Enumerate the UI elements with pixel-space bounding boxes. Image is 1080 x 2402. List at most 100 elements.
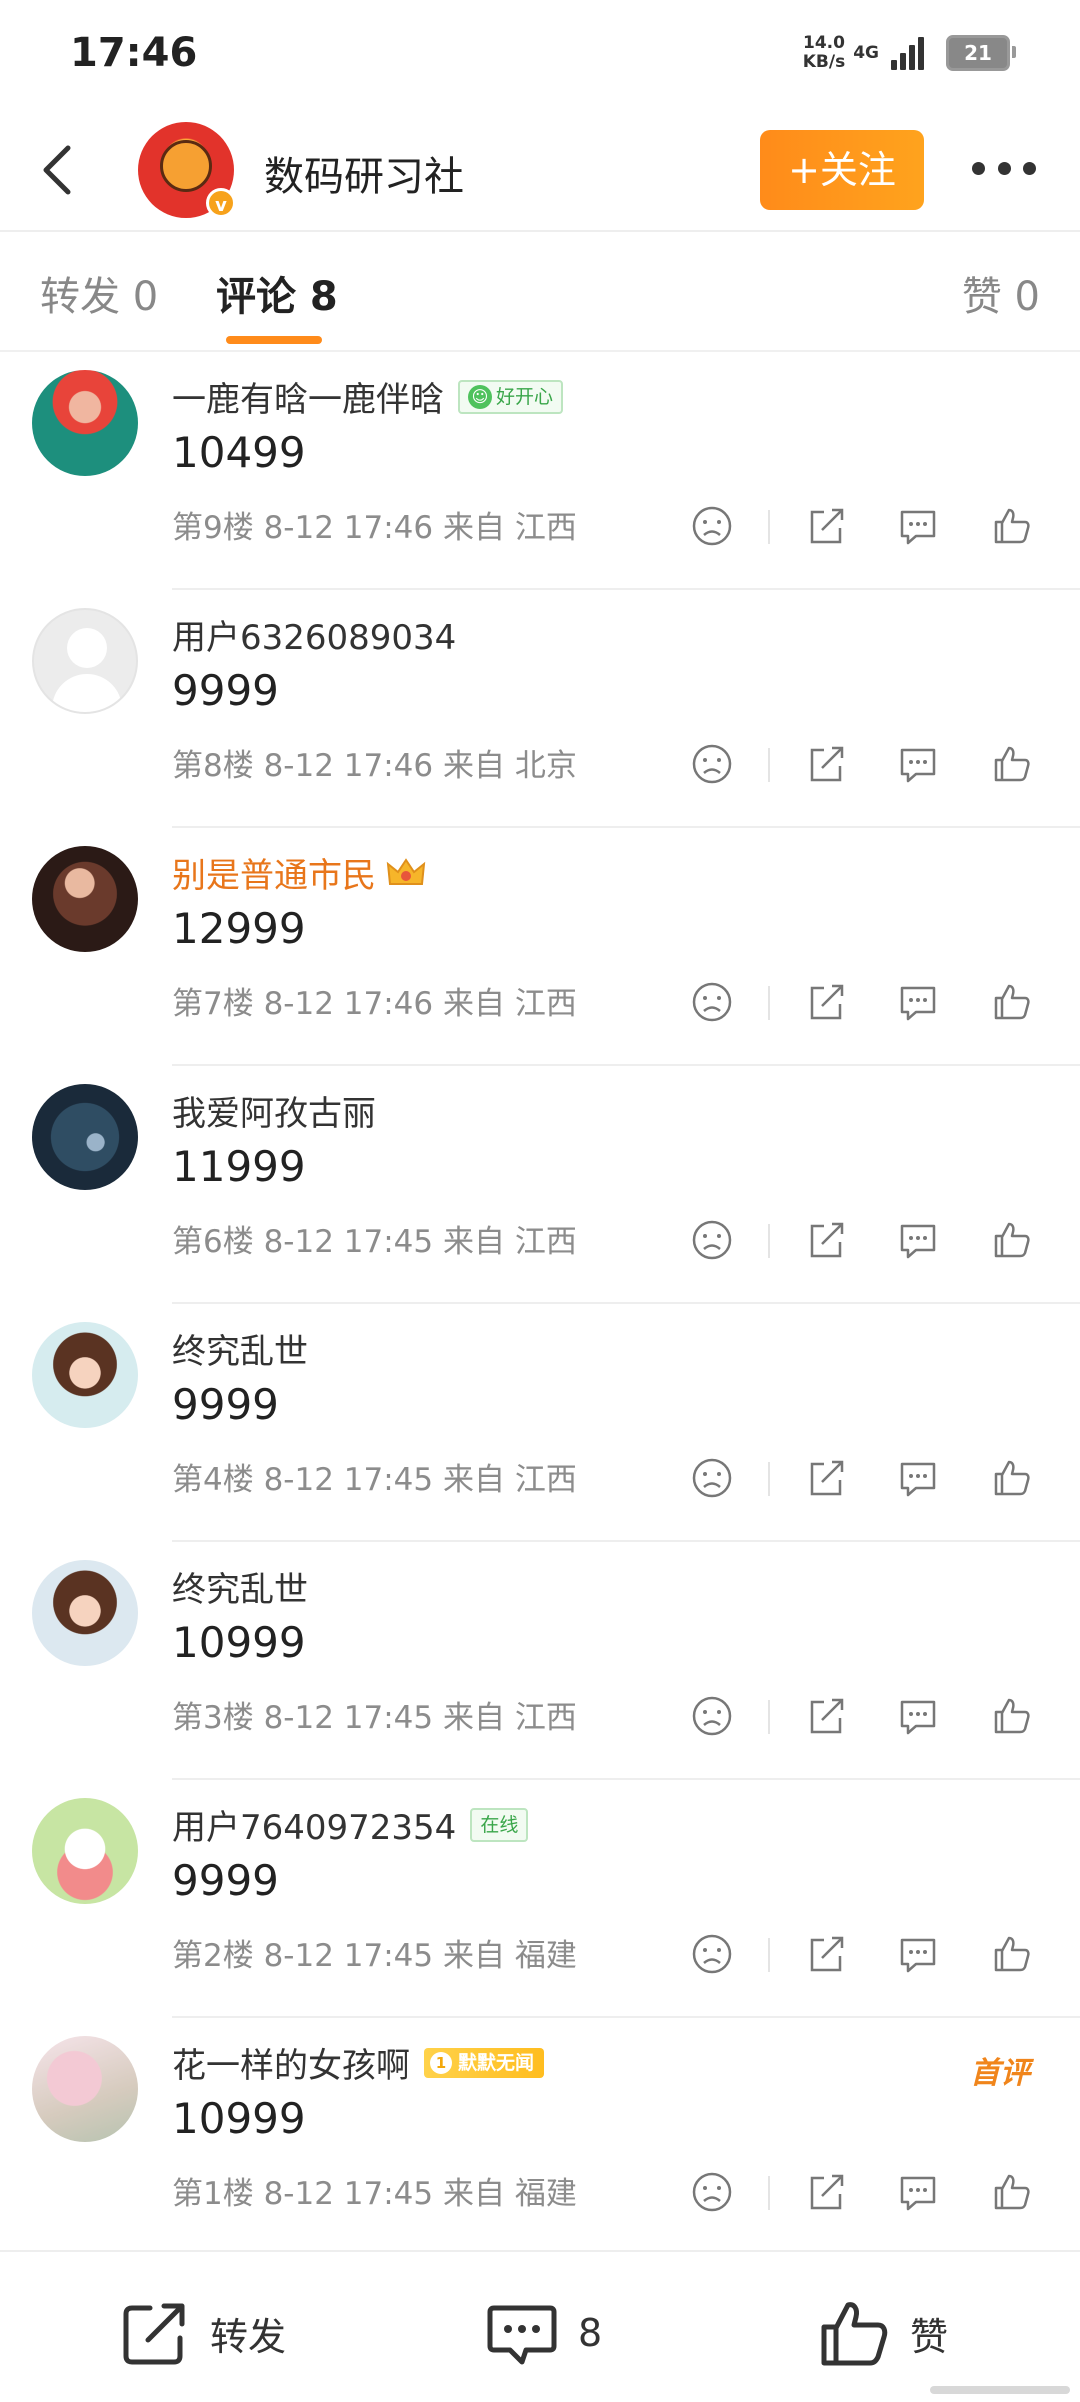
battery-icon: 21 (946, 35, 1016, 71)
comment-author[interactable]: 花一样的女孩啊 1 默默无闻 (172, 2038, 545, 2087)
like-icon[interactable] (990, 1694, 1034, 1738)
dislike-icon[interactable] (690, 2170, 734, 2214)
reply-icon[interactable] (896, 1932, 940, 1976)
reply-icon[interactable] (896, 742, 940, 786)
dislike-icon[interactable] (690, 504, 734, 548)
action-separator (768, 1224, 770, 1258)
comment-author[interactable]: 用户7640972354 在线 (172, 1800, 529, 1849)
like-icon[interactable] (990, 742, 1034, 786)
share-icon[interactable] (804, 1694, 848, 1738)
comment-actions (690, 504, 1050, 550)
comment-author[interactable]: 用户6326089034 (172, 610, 456, 659)
reply-icon[interactable] (896, 2170, 940, 2214)
comment-text: 10999 (172, 1618, 306, 1667)
like-icon[interactable] (990, 980, 1034, 1024)
avatar[interactable] (32, 846, 138, 952)
dislike-icon[interactable] (690, 1694, 734, 1738)
repost-button[interactable]: 转发 (120, 2298, 286, 2368)
reply-icon[interactable] (896, 1694, 940, 1738)
status-bar: 17:46 14.0 KB/s 4G 21 (0, 0, 1080, 110)
comment-author[interactable]: 终究乱世 (172, 1562, 308, 1611)
thumbs-up-icon (821, 2302, 888, 2366)
dislike-icon[interactable] (690, 980, 734, 1024)
dislike-icon[interactable] (690, 742, 734, 786)
home-indicator (930, 2386, 1070, 2394)
repost-icon (123, 2303, 185, 2365)
avatar[interactable] (32, 370, 138, 476)
reply-icon[interactable] (896, 1218, 940, 1262)
like-icon[interactable] (990, 1456, 1034, 1500)
comment-actions (690, 1694, 1050, 1740)
comment-meta: 第1楼 8-12 17:45 来自 福建 (172, 2176, 577, 2212)
author-name[interactable]: 数码研习社 (264, 144, 464, 202)
like-icon[interactable] (990, 504, 1034, 548)
avatar[interactable] (32, 608, 138, 714)
online-tag: 在线 (470, 1807, 529, 1842)
comment-author[interactable]: 别是普通市民 (172, 848, 426, 897)
action-separator (768, 2176, 770, 2210)
comment-item: 终究乱世 10999 第3楼 8-12 17:45 来自 江西 (0, 1542, 1080, 1780)
share-icon[interactable] (804, 742, 848, 786)
dislike-icon[interactable] (690, 1218, 734, 1262)
comment-item: 用户7640972354 在线 9999 第2楼 8-12 17:45 来自 福… (0, 1780, 1080, 2018)
tiger-mascot-icon (160, 140, 212, 192)
status-indicators: 14.0 KB/s 4G 21 (802, 28, 1016, 78)
comment-meta: 第9楼 8-12 17:46 来自 江西 (172, 510, 577, 546)
tab-bar: 转发 0 评论 8 赞 0 (0, 232, 1080, 350)
comment-actions (690, 1456, 1050, 1502)
tab-likes[interactable]: 赞 0 (962, 264, 1040, 322)
bottom-action-bar: 转发 8 赞 (0, 2250, 1080, 2402)
tab-comments[interactable]: 评论 8 (216, 264, 338, 322)
share-icon[interactable] (804, 1456, 848, 1500)
comment-meta: 第6楼 8-12 17:45 来自 江西 (172, 1224, 577, 1260)
post-header: v 数码研习社 +关注 (0, 110, 1080, 230)
comment-text: 9999 (172, 1856, 279, 1905)
share-icon[interactable] (804, 1932, 848, 1976)
like-button[interactable]: 赞 (818, 2298, 948, 2368)
avatar[interactable] (32, 1798, 138, 1904)
verified-badge: v (206, 188, 236, 218)
comment-actions (690, 1932, 1050, 1978)
action-separator (768, 748, 770, 782)
dislike-icon[interactable] (690, 1932, 734, 1976)
reply-icon[interactable] (896, 980, 940, 1024)
net-type: 4G (853, 42, 879, 63)
comment-author[interactable]: 我爱阿孜古丽 (172, 1086, 376, 1135)
avatar[interactable] (32, 1322, 138, 1428)
comment-actions (690, 980, 1050, 1026)
net-speed: 14.0 KB/s (802, 33, 846, 72)
more-icon[interactable] (972, 158, 1036, 178)
avatar[interactable] (32, 1560, 138, 1666)
like-icon[interactable] (990, 1218, 1034, 1262)
smile-icon: ☺ (468, 385, 492, 409)
tab-repost[interactable]: 转发 0 (40, 264, 158, 322)
comment-item: 终究乱世 9999 第4楼 8-12 17:45 来自 江西 (0, 1304, 1080, 1542)
author-avatar[interactable]: v (138, 122, 236, 218)
comment-author[interactable]: 终究乱世 (172, 1324, 308, 1373)
active-tab-indicator (226, 336, 322, 344)
dislike-icon[interactable] (690, 1456, 734, 1500)
share-icon[interactable] (804, 980, 848, 1024)
share-icon[interactable] (804, 1218, 848, 1262)
comment-item: 别是普通市民 12999 第7楼 8-12 17:46 来自 江西 (0, 828, 1080, 1066)
follow-button[interactable]: +关注 (760, 130, 924, 210)
avatar[interactable] (32, 2036, 138, 2142)
share-icon[interactable] (804, 2170, 848, 2214)
comment-button[interactable]: 8 (486, 2298, 602, 2368)
comment-text: 12999 (172, 904, 306, 953)
reply-icon[interactable] (896, 1456, 940, 1500)
like-icon[interactable] (990, 1932, 1034, 1976)
reply-icon[interactable] (896, 504, 940, 548)
avatar[interactable] (32, 1084, 138, 1190)
action-separator (768, 1462, 770, 1496)
comment-item: 用户6326089034 9999 第8楼 8-12 17:46 来自 北京 (0, 590, 1080, 828)
comment-text: 9999 (172, 666, 279, 715)
crown-icon (386, 857, 426, 885)
back-arrow-icon[interactable] (34, 140, 84, 200)
comment-meta: 第3楼 8-12 17:45 来自 江西 (172, 1700, 577, 1736)
share-icon[interactable] (804, 504, 848, 548)
like-icon[interactable] (990, 2170, 1034, 2214)
fan-level-tag: 1 默默无闻 (424, 2047, 545, 2078)
comment-author[interactable]: 一鹿有晗一鹿伴晗 ☺ 好开心 (172, 372, 564, 421)
first-comment-badge: 首评 (970, 2056, 1030, 2091)
